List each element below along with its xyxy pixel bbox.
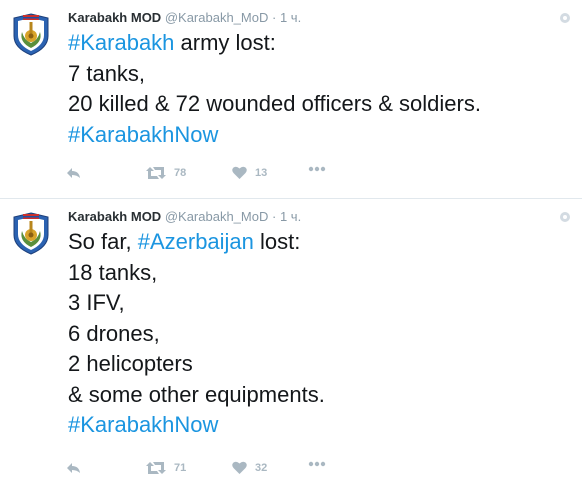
heart-icon xyxy=(232,461,247,474)
tweet-text-segment: So far, xyxy=(68,229,138,254)
tweet[interactable]: Karabakh MOD @Karabakh_MoD · 1 ч. So far… xyxy=(0,199,582,496)
reply-button[interactable] xyxy=(66,166,82,180)
retweet-count: 71 xyxy=(174,462,187,474)
more-icon xyxy=(308,461,326,467)
tweet-line: & some other equipments. xyxy=(68,380,325,411)
tweet-text-segment: 2 helicopters xyxy=(68,351,193,376)
avatar[interactable] xyxy=(11,211,51,255)
like-count: 32 xyxy=(255,461,268,474)
more-icon xyxy=(308,166,326,172)
tweet-text-segment: 6 drones, xyxy=(68,320,160,346)
gear-icon[interactable] xyxy=(559,12,571,24)
tweet-line: 2 helicopters xyxy=(68,349,325,380)
more-button[interactable] xyxy=(308,461,326,467)
tweet-text-segment: 20 killed & 72 wounded officers & soldie… xyxy=(68,91,481,116)
like-button[interactable]: 32 xyxy=(232,461,267,474)
tweet-line: 18 tanks, xyxy=(68,258,325,289)
tweet-text: So far, #Azerbaijan lost: 18 tanks, 3 IFV,… xyxy=(68,227,325,441)
reply-button[interactable] xyxy=(66,461,82,475)
hashtag-link[interactable]: #KarabakhNow xyxy=(68,412,218,437)
author-handle[interactable]: @Karabakh_MoD xyxy=(165,209,269,224)
tweet-line: So far, #Azerbaijan lost: xyxy=(68,227,325,258)
like-button[interactable]: 13 xyxy=(232,166,267,179)
tweet-text-segment: 3 IFV, xyxy=(68,290,125,315)
tweet-text-segment: & some other equipments. xyxy=(68,381,325,407)
avatar[interactable] xyxy=(11,12,51,56)
tweet-text-segment: army lost: xyxy=(174,30,276,55)
timestamp[interactable]: 1 ч. xyxy=(280,209,301,224)
tweet-text-segment: lost: xyxy=(253,229,301,254)
retweet-icon xyxy=(146,462,166,474)
retweet-icon xyxy=(146,167,166,179)
reply-icon xyxy=(67,168,80,178)
separator-dot: · xyxy=(271,10,277,25)
author-name[interactable]: Karabakh MOD xyxy=(68,209,161,224)
tweet-line: 3 IFV, xyxy=(68,288,325,319)
tweet-line: 20 killed & 72 wounded officers & soldie… xyxy=(68,89,481,120)
separator-dot: · xyxy=(271,209,277,224)
like-count: 13 xyxy=(255,166,268,179)
heart-icon xyxy=(232,166,247,179)
retweet-count: 78 xyxy=(174,167,187,179)
tweet[interactable]: Karabakh MOD @Karabakh_MoD · 1 ч. #Karab… xyxy=(0,0,582,198)
tweet-line: #KarabakhNow xyxy=(68,120,481,151)
reply-icon xyxy=(67,463,80,473)
tweet-header: Karabakh MOD @Karabakh_MoD · 1 ч. xyxy=(68,209,301,225)
tweet-text-segment: 7 tanks, xyxy=(68,60,146,86)
tweet-header: Karabakh MOD @Karabakh_MoD · 1 ч. xyxy=(68,10,301,26)
hashtag-link[interactable]: #KarabakhNow xyxy=(68,122,218,147)
tweet-line: #Karabakh army lost: xyxy=(68,28,481,59)
author-name[interactable]: Karabakh MOD xyxy=(68,10,161,25)
hashtag-link[interactable]: #Azerbaijan xyxy=(138,229,254,254)
timestamp[interactable]: 1 ч. xyxy=(280,10,301,25)
author-handle[interactable]: @Karabakh_MoD xyxy=(165,10,269,25)
hashtag-link[interactable]: #Karabakh xyxy=(68,30,174,55)
gear-icon[interactable] xyxy=(559,211,571,223)
tweet-line: 7 tanks, xyxy=(68,59,481,90)
retweet-button[interactable]: 71 xyxy=(146,461,186,475)
tweet-line: #KarabakhNow xyxy=(68,410,325,441)
tweet-line: 6 drones, xyxy=(68,319,325,350)
more-button[interactable] xyxy=(308,166,326,172)
retweet-button[interactable]: 78 xyxy=(146,166,186,180)
tweet-text: #Karabakh army lost: 7 tanks, 20 killed & … xyxy=(68,28,481,150)
tweet-text-segment: 18 tanks, xyxy=(68,259,158,285)
